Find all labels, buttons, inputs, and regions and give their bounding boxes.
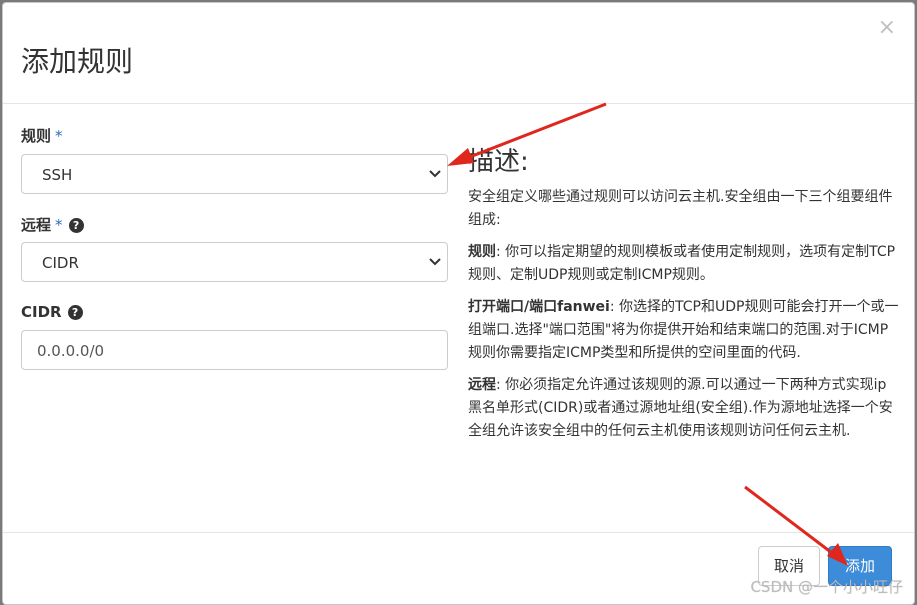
remote-text: : 你必须指定允许通过该规则的源.可以通过一下两种方式实现ip黑名单形式(CID… bbox=[468, 377, 893, 439]
port-term: 打开端口/端口fanwei bbox=[468, 299, 610, 315]
required-mark: * bbox=[55, 216, 63, 234]
dialog-body: 规则 * SSH 远程 *? CIDR CIDR? 0.0.0.0/0 描述: 安全… bbox=[3, 104, 914, 533]
description-rule: 规则: 你可以指定期望的规则模板或者使用定制规则，选项有定制TCP规则、定制UD… bbox=[468, 241, 900, 287]
description-intro: 安全组定义哪些通过规则可以访问云主机.安全组由一下三个组要组件组成: bbox=[468, 189, 893, 228]
question-circle-icon[interactable]: ? bbox=[67, 305, 83, 320]
rule-select[interactable]: SSH bbox=[21, 154, 448, 194]
add-rule-dialog: 添加规则 × 规则 * SSH 远程 *? CIDR CIDR? 0.0.0.0/0… bbox=[2, 2, 915, 605]
rule-label: 规则 * bbox=[21, 125, 63, 146]
remote-select[interactable]: CIDR bbox=[21, 242, 448, 282]
rule-select-value: SSH bbox=[42, 166, 73, 184]
remote-label: 远程 *? bbox=[21, 214, 84, 235]
description-heading: 描述: bbox=[468, 147, 529, 177]
remote-term: 远程 bbox=[468, 377, 496, 393]
cidr-input[interactable]: 0.0.0.0/0 bbox=[21, 330, 448, 370]
cidr-label: CIDR? bbox=[21, 303, 83, 321]
close-icon[interactable]: × bbox=[878, 17, 896, 39]
cidr-label-text: CIDR bbox=[21, 303, 62, 321]
rule-label-text: 规则 bbox=[21, 127, 52, 145]
chevron-down-icon bbox=[429, 170, 441, 178]
dialog-header: 添加规则 × bbox=[3, 3, 914, 104]
description-remote: 远程: 你必须指定允许通过该规则的源.可以通过一下两种方式实现ip黑名单形式(C… bbox=[468, 374, 900, 443]
rule-text: : 你可以指定期望的规则模板或者使用定制规则，选项有定制TCP规则、定制UDP规… bbox=[468, 244, 896, 283]
rule-term: 规则 bbox=[468, 244, 496, 260]
dialog-title: 添加规则 bbox=[21, 45, 134, 78]
description-port: 打开端口/端口fanwei: 你选择的TCP和UDP规则可能会打开一个或一组端口… bbox=[468, 296, 900, 365]
remote-label-text: 远程 bbox=[21, 216, 52, 234]
question-circle-icon[interactable]: ? bbox=[68, 218, 84, 233]
watermark: CSDN @一个小小旺仔 bbox=[750, 578, 903, 596]
cidr-input-value: 0.0.0.0/0 bbox=[37, 342, 105, 360]
remote-select-value: CIDR bbox=[42, 254, 79, 272]
description-panel: 描述: 安全组定义哪些通过规则可以访问云主机.安全组由一下三个组要组件组成: 规… bbox=[468, 144, 900, 452]
chevron-down-icon bbox=[429, 258, 441, 266]
required-mark: * bbox=[55, 127, 63, 145]
